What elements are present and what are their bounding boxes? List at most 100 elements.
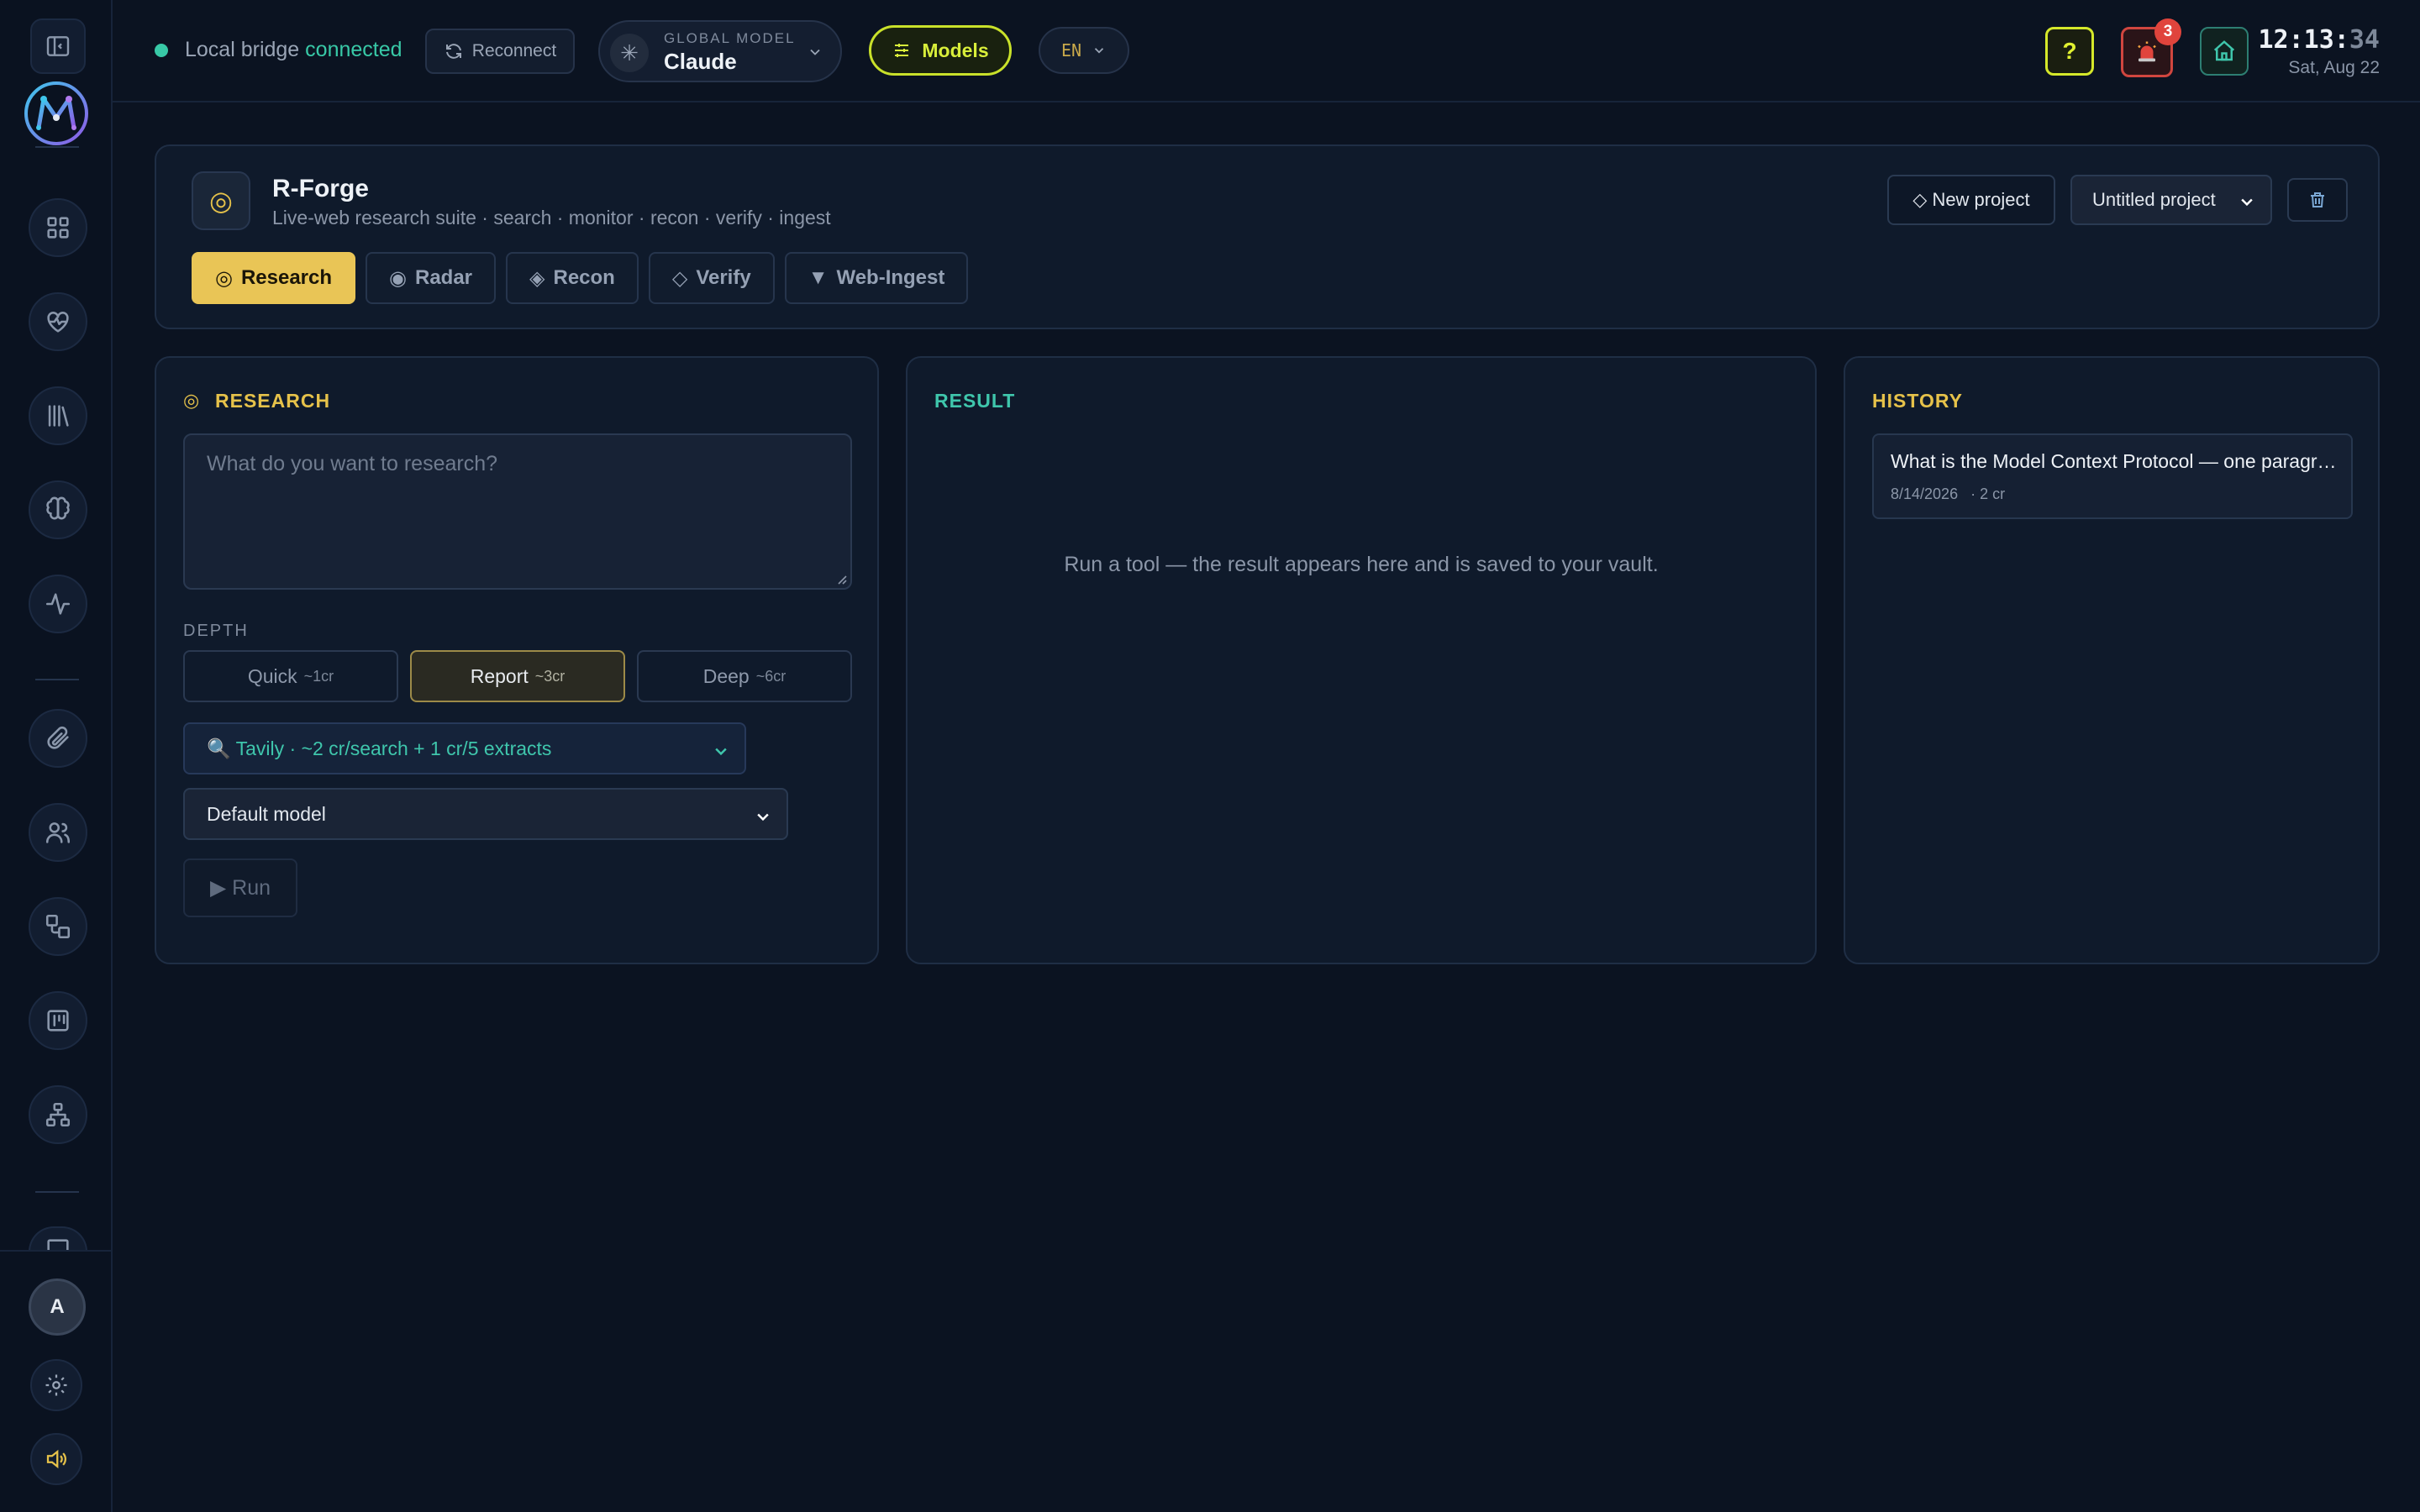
history-item[interactable]: What is the Model Context Protocol — one… bbox=[1872, 433, 2353, 519]
chevron-down-icon bbox=[715, 748, 727, 756]
rail-library-button[interactable] bbox=[29, 386, 87, 445]
tab-label: Research bbox=[240, 266, 333, 289]
delete-project-button[interactable] bbox=[2287, 178, 2348, 222]
user-avatar[interactable]: A bbox=[29, 1278, 86, 1336]
library-icon bbox=[48, 405, 69, 427]
help-button[interactable]: ? bbox=[2045, 27, 2094, 76]
tab-icon: ◎ bbox=[215, 266, 233, 290]
kanban-icon bbox=[47, 1010, 69, 1032]
depth-option-label: Report bbox=[470, 664, 529, 687]
rail-shapes-button[interactable] bbox=[29, 897, 87, 956]
rail-dashboard-button[interactable] bbox=[29, 198, 87, 257]
rail-divider bbox=[35, 1191, 79, 1193]
target-icon: ◎ bbox=[192, 171, 250, 230]
language-value: EN bbox=[1060, 40, 1082, 60]
search-provider-value: 🔍 Tavily · ~2 cr/search + 1 cr/5 extract… bbox=[207, 737, 552, 759]
rail-divider bbox=[35, 146, 79, 148]
rail-attachments-button[interactable] bbox=[29, 709, 87, 768]
paperclip-icon bbox=[47, 726, 69, 749]
tab-radar[interactable]: ◉ Radar bbox=[366, 252, 497, 304]
global-model-value: Claude bbox=[664, 49, 737, 74]
tab-icon: ◇ bbox=[671, 266, 688, 290]
app-logo bbox=[24, 81, 88, 145]
tool-tabs: ◎ Research ◉ Radar ◈ Recon ◇ Verify ▼ Web-Ing… bbox=[192, 252, 969, 304]
home-button[interactable] bbox=[2200, 27, 2249, 76]
search-provider-select[interactable]: 🔍 Tavily · ~2 cr/search + 1 cr/5 extract… bbox=[183, 722, 746, 774]
sidebar-toggle-icon bbox=[46, 36, 70, 56]
tab-icon: ▼ bbox=[808, 266, 829, 289]
rail-brain-button[interactable] bbox=[29, 480, 87, 539]
new-project-button[interactable]: ◇ New project bbox=[1887, 175, 2055, 225]
global-model-label: GLOBAL MODEL bbox=[664, 30, 796, 46]
tab-label: Recon bbox=[553, 266, 615, 289]
history-item-meta: 8/14/2026 · 2 cr bbox=[1891, 486, 2005, 503]
tab-icon: ◈ bbox=[529, 266, 545, 290]
sidebar-toggle-button[interactable] bbox=[30, 18, 86, 74]
result-panel: RESULT Run a tool — the result appears h… bbox=[906, 356, 1817, 964]
rail-partial-button[interactable] bbox=[29, 1226, 87, 1252]
rail-health-button[interactable] bbox=[29, 292, 87, 351]
depth-option-cost: ~3cr bbox=[534, 667, 566, 685]
research-title: RESEARCH bbox=[215, 390, 331, 412]
tab-research[interactable]: ◎ Research bbox=[192, 252, 356, 304]
reconnect-label: Reconnect bbox=[471, 41, 557, 60]
run-button[interactable]: ▶ Run bbox=[183, 858, 297, 917]
global-model-select[interactable]: ✳ GLOBAL MODEL Claude bbox=[598, 20, 842, 82]
project-select[interactable]: Untitled project bbox=[2070, 175, 2272, 225]
activity-icon bbox=[45, 593, 71, 615]
rail-users-button[interactable] bbox=[29, 803, 87, 862]
clock-date: Sat, Aug 22 bbox=[2288, 58, 2380, 77]
reconnect-button[interactable]: Reconnect bbox=[425, 29, 575, 74]
language-select[interactable]: EN bbox=[1039, 27, 1129, 74]
tool-header: ◎ R-Forge Live-web research suite · sear… bbox=[155, 144, 2380, 329]
status-prefix: Local bridge bbox=[185, 38, 300, 61]
rail-board-button[interactable] bbox=[29, 991, 87, 1050]
tab-verify[interactable]: ◇ Verify bbox=[648, 252, 775, 304]
model-select[interactable]: Default model bbox=[183, 788, 788, 840]
users-icon bbox=[45, 822, 71, 843]
rail-network-button[interactable] bbox=[29, 1085, 87, 1144]
tab-label: Web-Ingest bbox=[836, 266, 945, 289]
history-panel: HISTORY What is the Model Context Protoc… bbox=[1844, 356, 2380, 964]
models-button[interactable]: Models bbox=[869, 25, 1012, 76]
refresh-icon bbox=[445, 44, 461, 59]
clock-time: 12:13:34 bbox=[2258, 25, 2381, 55]
status-state: connected bbox=[305, 38, 402, 61]
depth-option-label: Quick bbox=[247, 664, 297, 687]
depth-report-button[interactable]: Report ~3cr bbox=[410, 650, 625, 702]
chevron-down-icon bbox=[810, 49, 820, 55]
history-item-cost: · 2 cr bbox=[1970, 486, 2006, 502]
alert-count-badge: 3 bbox=[2154, 18, 2181, 45]
research-query-input[interactable]: What do you want to research? bbox=[183, 433, 852, 590]
tab-label: Radar bbox=[414, 266, 473, 289]
sliders-icon bbox=[895, 44, 909, 57]
resize-grip-icon[interactable] bbox=[835, 573, 847, 585]
chevron-down-icon bbox=[2241, 198, 2253, 207]
tab-icon: ◉ bbox=[389, 266, 407, 290]
result-empty-message: Run a tool — the result appears here and… bbox=[1064, 553, 1659, 576]
chevron-down-icon bbox=[757, 813, 769, 822]
depth-quick-button[interactable]: Quick ~1cr bbox=[183, 650, 398, 702]
depth-option-cost: ~1cr bbox=[303, 667, 334, 685]
page-subtitle: Live-web research suite · search · monit… bbox=[272, 207, 831, 228]
home-icon bbox=[2213, 40, 2235, 61]
depth-option-label: Deep bbox=[702, 664, 750, 687]
gear-icon bbox=[45, 1374, 67, 1396]
rail-activity-button[interactable] bbox=[29, 575, 87, 633]
depth-deep-button[interactable]: Deep ~6cr bbox=[637, 650, 852, 702]
connection-status: Local bridge connected bbox=[185, 38, 402, 62]
depth-option-cost: ~6cr bbox=[755, 667, 786, 685]
clock: 12:13:34 Sat, Aug 22 bbox=[2259, 25, 2381, 78]
tab-web-ingest[interactable]: ▼ Web-Ingest bbox=[784, 252, 969, 304]
settings-button[interactable] bbox=[30, 1359, 82, 1411]
tab-recon[interactable]: ◈ Recon bbox=[506, 252, 639, 304]
depth-label: DEPTH bbox=[183, 622, 249, 640]
model-select-value: Default model bbox=[207, 802, 326, 825]
page-title: R-Forge bbox=[272, 175, 369, 202]
speaker-icon bbox=[46, 1449, 66, 1469]
models-label: Models bbox=[922, 39, 989, 61]
rail-divider bbox=[35, 679, 79, 680]
heart-pulse-icon bbox=[47, 312, 69, 333]
history-item-date: 8/14/2026 bbox=[1891, 486, 1959, 502]
sound-button[interactable] bbox=[30, 1433, 82, 1485]
